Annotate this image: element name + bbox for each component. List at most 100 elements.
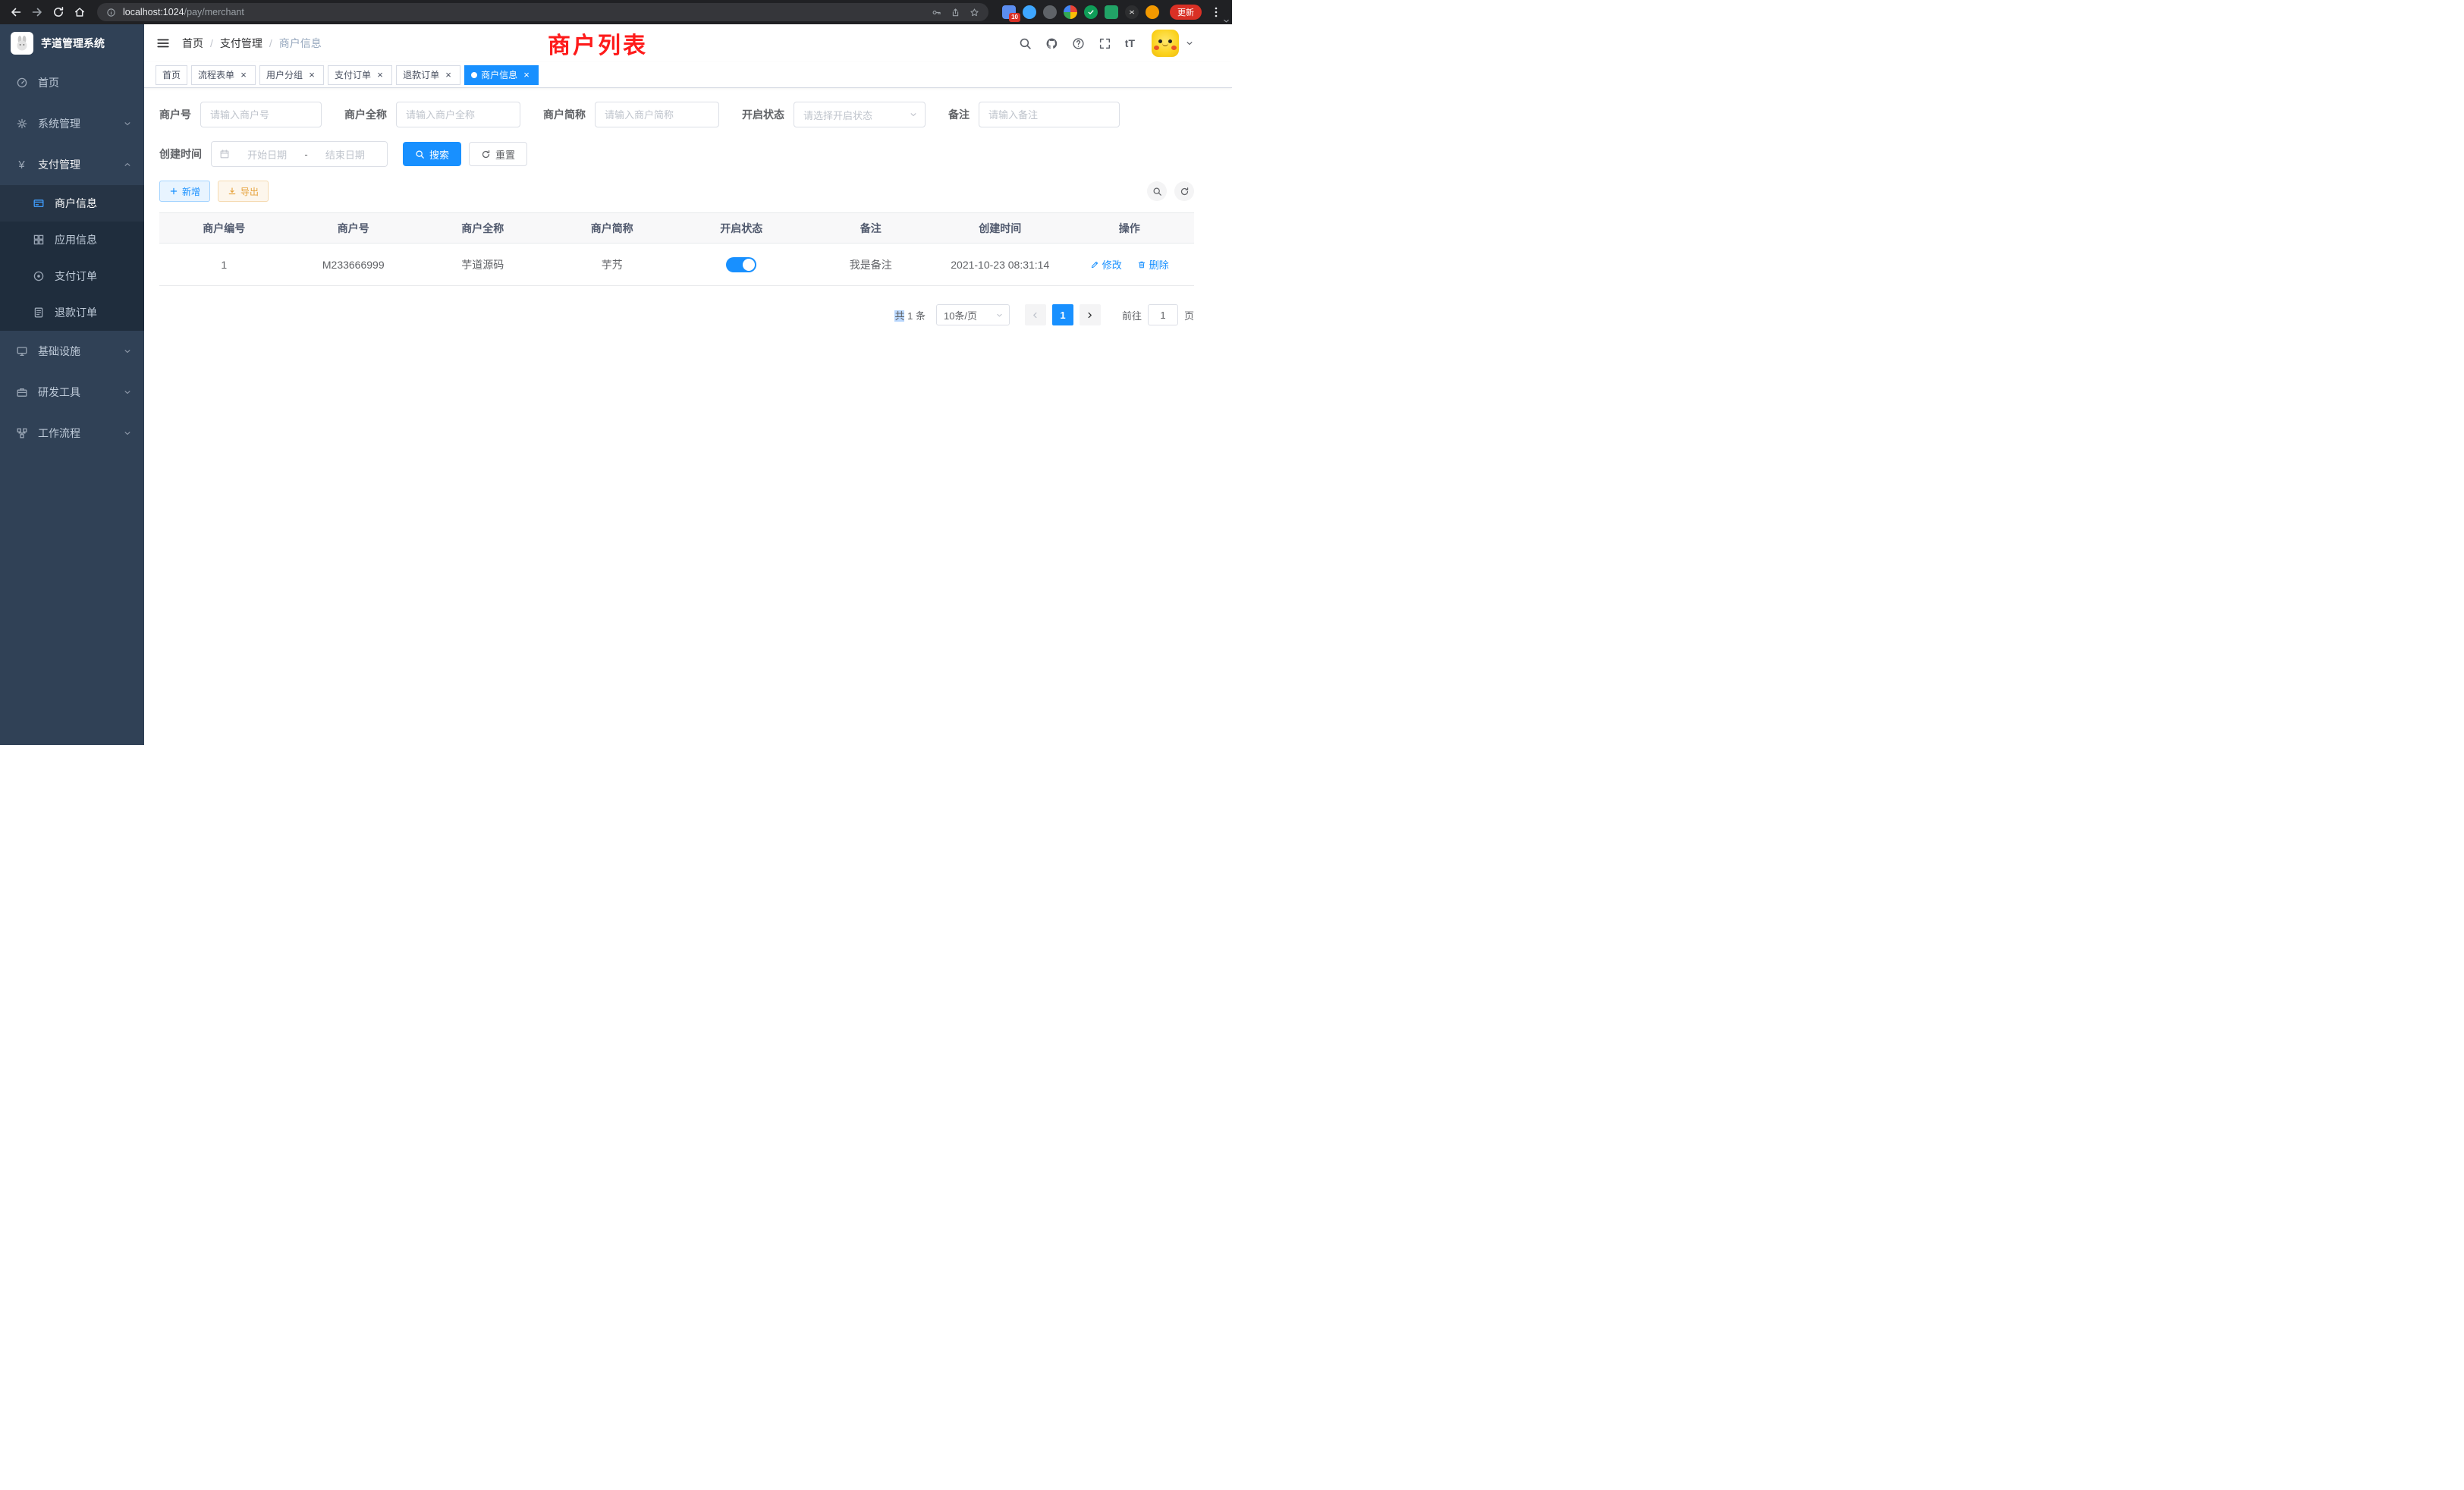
tab-pay-order[interactable]: 支付订单× (328, 65, 392, 85)
extension-icon[interactable] (1023, 5, 1036, 19)
toggle-search-button[interactable] (1147, 181, 1167, 201)
close-icon[interactable]: × (521, 70, 532, 80)
sidebar-item-merchant-info[interactable]: 商户信息 (0, 185, 144, 222)
extension-icon[interactable] (1084, 5, 1098, 19)
search-button[interactable]: 搜索 (403, 142, 461, 166)
help-icon[interactable] (1072, 37, 1085, 50)
goto-page-input[interactable] (1148, 304, 1178, 325)
back-icon[interactable] (6, 2, 26, 22)
sidebar-item-label: 系统管理 (38, 116, 123, 131)
tab-home[interactable]: 首页 (156, 65, 187, 85)
tab-merchant-info[interactable]: 商户信息× (464, 65, 539, 85)
browser-toolbar: localhost:1024/pay/merchant 10 (0, 0, 1232, 24)
column-header-merchant-no: 商户号 (289, 213, 419, 244)
breadcrumb-payment[interactable]: 支付管理 (220, 36, 262, 51)
app-header: 首页 / 支付管理 / 商户信息 (144, 24, 1232, 62)
full-name-input[interactable] (396, 102, 520, 127)
close-icon[interactable]: × (238, 70, 249, 80)
header-actions: tT (1019, 30, 1194, 57)
home-icon[interactable] (70, 2, 90, 22)
site-info-icon[interactable] (106, 8, 116, 17)
sidebar-item-home[interactable]: 首页 (0, 62, 144, 103)
close-icon[interactable]: × (306, 70, 317, 80)
hamburger-icon[interactable] (156, 36, 170, 50)
cell-full-name: 芋道源码 (418, 244, 548, 286)
sidebar-item-label: 首页 (38, 75, 132, 90)
address-bar[interactable]: localhost:1024/pay/merchant (97, 3, 988, 21)
current-page-button[interactable]: 1 (1052, 304, 1073, 325)
extension-icon[interactable] (1043, 5, 1057, 19)
cell-merchant-no: M233666999 (289, 244, 419, 286)
page-content: 商户号 商户全称 商户简称 开启状态 请选择开启状态 (144, 88, 1232, 745)
total-count: 1 (907, 310, 913, 322)
breadcrumb-home[interactable]: 首页 (182, 36, 203, 51)
url-host: localhost:1024 (123, 7, 184, 17)
next-page-button[interactable] (1080, 304, 1101, 325)
merchant-no-input[interactable] (200, 102, 322, 127)
status-select[interactable]: 请选择开启状态 (794, 102, 926, 127)
extension-icon[interactable] (1125, 5, 1139, 19)
delete-link[interactable]: 删除 (1137, 257, 1169, 272)
tab-refund-order[interactable]: 退款订单× (396, 65, 460, 85)
browser-profile-icon[interactable] (1146, 5, 1159, 19)
sidebar-item-dev-tools[interactable]: 研发工具 (0, 372, 144, 413)
fullscreen-icon[interactable] (1098, 37, 1111, 50)
breadcrumb-separator: / (269, 37, 272, 49)
share-icon[interactable] (951, 8, 960, 17)
sidebar-item-pay-order[interactable]: 支付订单 (0, 258, 144, 294)
chevron-down-icon (123, 119, 132, 128)
reset-button[interactable]: 重置 (469, 142, 527, 166)
gear-icon (15, 118, 28, 130)
sidebar-item-label: 退款订单 (55, 305, 132, 320)
tab-process-form[interactable]: 流程表单 × (191, 65, 256, 85)
create-time-label: 创建时间 (159, 146, 202, 162)
bookmark-star-icon[interactable] (970, 8, 979, 17)
chevron-down-icon (123, 388, 132, 397)
column-header-short-name: 商户简称 (548, 213, 677, 244)
sidebar-item-workflow[interactable]: 工作流程 (0, 413, 144, 454)
github-icon[interactable] (1045, 37, 1058, 50)
refresh-table-button[interactable] (1174, 181, 1194, 201)
edit-link[interactable]: 修改 (1090, 257, 1122, 272)
screen: localhost:1024/pay/merchant 10 (0, 0, 1232, 745)
sidebar-item-label: 应用信息 (55, 232, 132, 247)
forward-icon[interactable] (27, 2, 47, 22)
sidebar-item-system[interactable]: 系统管理 (0, 103, 144, 144)
date-start-placeholder[interactable]: 开始日期 (233, 147, 301, 162)
sidebar-item-app-info[interactable]: 应用信息 (0, 222, 144, 258)
merchant-card-icon (32, 197, 45, 210)
key-icon[interactable] (932, 8, 941, 17)
extension-icon[interactable] (1105, 5, 1118, 19)
font-size-icon[interactable]: tT (1125, 37, 1135, 49)
sidebar-item-payment[interactable]: ¥ 支付管理 (0, 144, 144, 185)
tab-user-group[interactable]: 用户分组× (259, 65, 324, 85)
status-label: 开启状态 (742, 107, 784, 122)
tab-label: 用户分组 (266, 68, 303, 81)
cell-remark: 我是备注 (806, 244, 936, 286)
page-size-select[interactable]: 10条/页 (936, 304, 1010, 325)
close-icon[interactable]: × (443, 70, 454, 80)
export-button[interactable]: 导出 (218, 181, 269, 202)
search-icon[interactable] (1019, 37, 1032, 50)
sidebar-item-refund-order[interactable]: 退款订单 (0, 294, 144, 331)
close-icon[interactable]: × (375, 70, 385, 80)
update-button[interactable]: 更新 (1170, 5, 1202, 20)
goto-unit: 页 (1184, 308, 1194, 322)
sidebar-item-infrastructure[interactable]: 基础设施 (0, 331, 144, 372)
status-toggle[interactable] (726, 257, 756, 272)
toolbox-icon (15, 386, 28, 399)
tab-label: 流程表单 (198, 68, 234, 81)
date-range-picker[interactable]: 开始日期 - 结束日期 (211, 141, 388, 167)
main-area: 首页 / 支付管理 / 商户信息 (144, 24, 1232, 745)
user-menu[interactable] (1152, 30, 1194, 57)
add-button[interactable]: 新增 (159, 181, 210, 202)
prev-page-button[interactable] (1025, 304, 1046, 325)
extension-icon[interactable] (1064, 5, 1077, 19)
extension-icon[interactable]: 10 (1002, 5, 1016, 19)
short-name-input[interactable] (595, 102, 719, 127)
refresh-icon[interactable] (49, 2, 68, 22)
toolbar-caret-icon[interactable] (1222, 15, 1230, 29)
remark-input[interactable] (979, 102, 1120, 127)
date-end-placeholder[interactable]: 结束日期 (311, 147, 379, 162)
sidebar-logo[interactable]: 芋道管理系统 (0, 24, 144, 62)
